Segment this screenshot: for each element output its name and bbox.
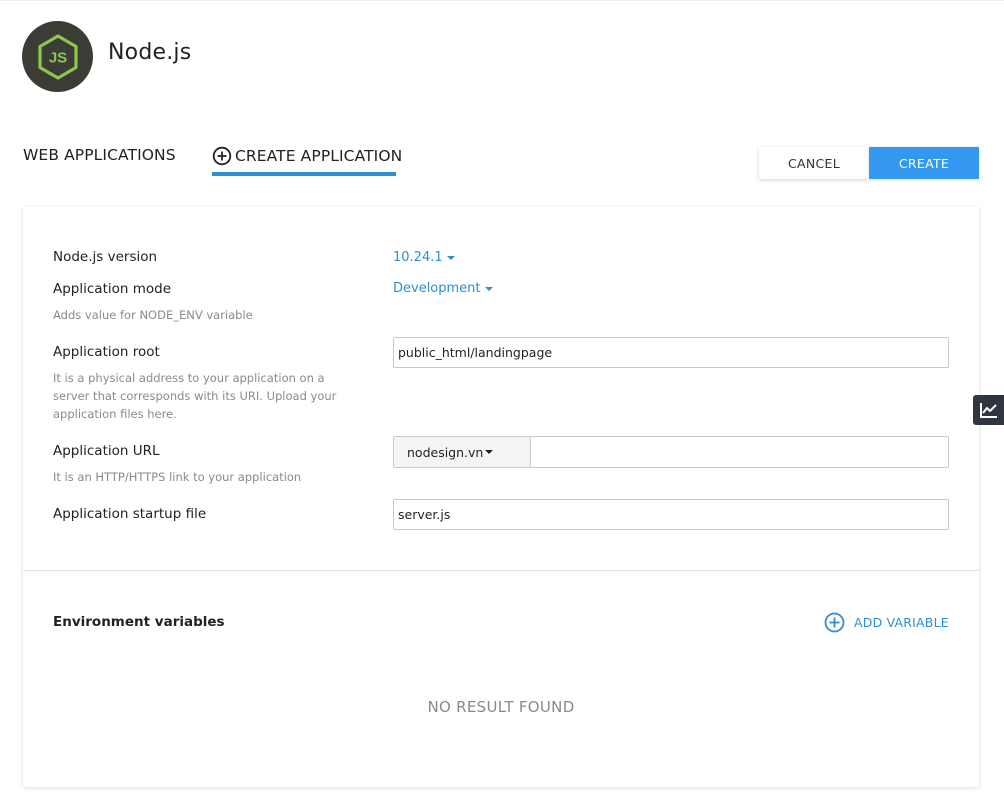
page-title: Node.js <box>108 40 192 65</box>
app-url-field: nodesign.vn <box>393 436 949 468</box>
section-divider <box>23 570 979 571</box>
app-mode-label: Application mode <box>53 281 172 297</box>
app-root-hint: It is a physical address to your applica… <box>53 371 337 421</box>
startup-file-input[interactable]: server.js <box>393 499 949 530</box>
app-url-hint: It is an HTTP/HTTPS link to your applica… <box>53 470 302 484</box>
node-version-dropdown[interactable]: 10.24.1 <box>393 250 455 265</box>
tab-create-label: CREATE APPLICATION <box>235 147 403 165</box>
app-url-label: Application URL <box>53 443 160 459</box>
add-variable-label: ADD VARIABLE <box>854 615 949 630</box>
side-stats-widget[interactable] <box>973 395 1004 425</box>
domain-value: nodesign.vn <box>407 444 484 460</box>
caret-down-icon <box>446 255 455 260</box>
trend-chart-icon <box>979 403 997 418</box>
page: JS Node.js WEB APPLICATIONS CREATE APPLI… <box>0 0 1004 802</box>
app-root-label: Application root <box>53 344 160 360</box>
hexagon-logo-shape: JS <box>37 33 78 80</box>
active-tab-indicator <box>212 172 396 176</box>
env-variables-title: Environment variables <box>53 614 225 630</box>
plus-circle-icon <box>824 612 845 633</box>
app-root-input[interactable]: public_html/landingpage <box>393 337 949 368</box>
cancel-button[interactable]: CANCEL <box>759 147 869 179</box>
plus-circle-icon <box>212 146 232 166</box>
top-divider <box>0 0 1004 1</box>
app-mode-dropdown[interactable]: Development <box>393 281 493 296</box>
app-mode-value: Development <box>393 281 481 296</box>
caret-down-icon <box>484 286 493 291</box>
create-application-card: Node.js version 10.24.1 Application mode… <box>23 207 979 787</box>
empty-state-text: NO RESULT FOUND <box>427 698 575 716</box>
create-button[interactable]: CREATE <box>869 147 979 179</box>
caret-down-icon <box>485 450 494 454</box>
app-url-path-input[interactable] <box>531 437 948 467</box>
app-mode-hint: Adds value for NODE_ENV variable <box>53 308 253 322</box>
logo-text: JS <box>48 49 66 66</box>
tab-web-applications[interactable]: WEB APPLICATIONS <box>23 146 176 164</box>
tab-create-application[interactable]: CREATE APPLICATION <box>212 146 402 166</box>
add-variable-button[interactable]: ADD VARIABLE <box>824 612 949 633</box>
domain-select[interactable]: nodesign.vn <box>394 437 531 467</box>
node-version-label: Node.js version <box>53 249 158 265</box>
node-version-value: 10.24.1 <box>393 250 443 265</box>
nodejs-logo-icon: JS <box>22 21 93 92</box>
startup-file-label: Application startup file <box>53 506 207 522</box>
